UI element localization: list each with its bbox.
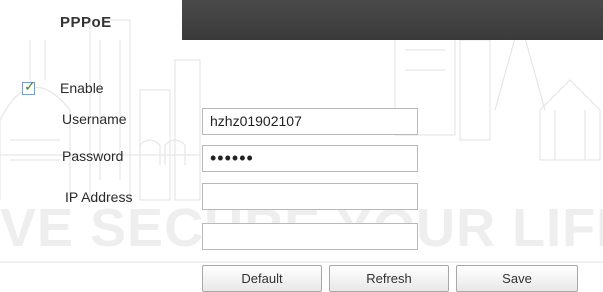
ip-address-label: IP Address (65, 189, 133, 205)
enable-checkbox[interactable]: ✓ (22, 78, 36, 95)
enable-label: Enable (60, 80, 104, 96)
default-button[interactable]: Default (202, 265, 322, 292)
password-label: Password (62, 148, 124, 164)
refresh-button[interactable]: Refresh (329, 265, 449, 292)
save-button[interactable]: Save (456, 265, 578, 292)
checkmark-icon: ✓ (24, 78, 36, 94)
ip-address-extra-field[interactable] (202, 223, 418, 250)
username-label: Username (62, 111, 127, 127)
section-title: PPPoE (60, 14, 112, 31)
ip-address-field[interactable] (202, 183, 418, 210)
password-field[interactable]: •••••• (202, 145, 418, 172)
header-bar (182, 0, 603, 40)
username-field[interactable]: hzhz01902107 (202, 108, 418, 135)
